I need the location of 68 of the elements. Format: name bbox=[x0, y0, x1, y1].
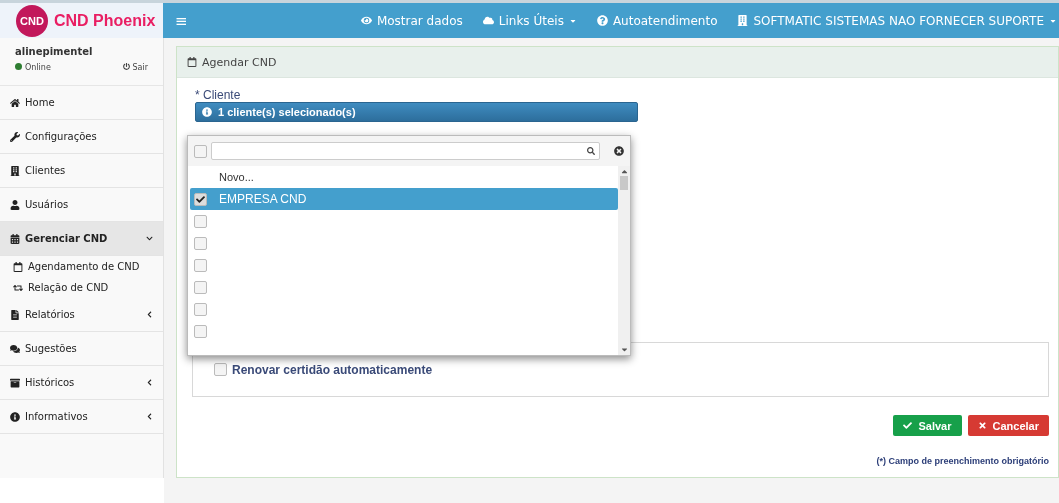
logo: CND bbox=[16, 4, 48, 37]
sidebar-item[interactable]: Sugestões bbox=[0, 332, 163, 366]
sidebar-label: Relatórios bbox=[25, 309, 76, 320]
sidebar-label: Históricos bbox=[25, 377, 76, 388]
sidebar-label: Sugestões bbox=[25, 343, 78, 354]
search-field[interactable] bbox=[211, 142, 600, 160]
scroll-thumb[interactable] bbox=[620, 176, 628, 190]
online-status: Online bbox=[15, 63, 51, 72]
sidebar-subitem[interactable]: Relação de CND bbox=[0, 277, 163, 298]
option-label: EMPRESA CND bbox=[219, 192, 307, 206]
eye-icon bbox=[360, 15, 372, 26]
close-icon[interactable] bbox=[614, 146, 624, 156]
building-icon bbox=[737, 15, 749, 26]
arrows-icon bbox=[13, 282, 23, 293]
document-icon bbox=[10, 309, 20, 320]
sidebar-item[interactable]: Configurações bbox=[0, 120, 163, 154]
option-checkbox[interactable] bbox=[194, 280, 207, 294]
option-checkbox[interactable] bbox=[194, 324, 207, 338]
sidebar-subitem[interactable]: Agendamento de CND bbox=[0, 256, 163, 277]
cloud-icon bbox=[482, 15, 494, 26]
sidebar-item[interactable]: Gerenciar CND bbox=[0, 222, 163, 256]
field-label: * Cliente bbox=[195, 88, 242, 102]
check-icon bbox=[903, 421, 913, 430]
wrench-icon bbox=[10, 131, 20, 142]
info-icon bbox=[202, 107, 212, 117]
user-icon bbox=[10, 199, 20, 210]
logout-link[interactable]: Sair bbox=[122, 63, 148, 72]
new-option[interactable]: Novo... bbox=[190, 166, 618, 188]
chat-icon bbox=[10, 343, 20, 354]
sidebar-item[interactable]: Clientes bbox=[0, 154, 163, 188]
panel-title: Agendar CND bbox=[202, 55, 277, 69]
sidebar-label: Gerenciar CND bbox=[25, 233, 109, 244]
client-select[interactable]: 1 cliente(s) selecionado(s) bbox=[195, 102, 638, 122]
sidebar-item[interactable]: Home bbox=[0, 86, 163, 120]
sidebar-label: Home bbox=[25, 97, 56, 108]
close-icon bbox=[977, 421, 987, 430]
building-icon bbox=[10, 165, 20, 176]
sidebar-item[interactable]: Informativos bbox=[0, 400, 163, 434]
calendar-icon bbox=[10, 233, 20, 244]
search-icon bbox=[587, 147, 595, 155]
option-checkbox[interactable] bbox=[194, 214, 207, 228]
brand-name: CND Phoenix bbox=[54, 11, 156, 30]
scroll-up-icon[interactable] bbox=[619, 167, 629, 176]
sidebar-label: Clientes bbox=[25, 165, 67, 176]
scrollbar[interactable] bbox=[618, 166, 630, 355]
user-name: alinepimentel bbox=[15, 46, 94, 57]
option-checkbox[interactable] bbox=[194, 302, 207, 316]
sidebar-label: Usuários bbox=[25, 199, 70, 210]
sidebar-label: Informativos bbox=[25, 411, 89, 422]
option-label: Novo... bbox=[219, 171, 254, 183]
sidebar-item[interactable]: Relatórios bbox=[0, 298, 163, 332]
option-checkbox[interactable] bbox=[194, 258, 207, 272]
scroll-down-icon[interactable] bbox=[619, 345, 629, 354]
info-icon bbox=[10, 411, 20, 422]
select-all-checkbox[interactable] bbox=[194, 144, 207, 158]
sidebar-label: Configurações bbox=[25, 131, 98, 142]
renew-checkbox[interactable]: Renovar certidão automaticamente bbox=[214, 362, 433, 377]
option-checkbox[interactable] bbox=[194, 236, 207, 250]
required-note: (*) Campo de preenchimento obrigatório bbox=[876, 456, 1049, 466]
home-icon bbox=[10, 97, 20, 108]
calendar-icon bbox=[13, 261, 23, 272]
cancel-button[interactable]: Cancelar bbox=[967, 415, 1049, 436]
power-icon bbox=[122, 63, 130, 70]
help-icon bbox=[596, 15, 608, 26]
sidebar-item[interactable]: Históricos bbox=[0, 366, 163, 400]
calendar-icon bbox=[187, 57, 197, 67]
option-checkbox[interactable] bbox=[194, 192, 207, 206]
archive-icon bbox=[10, 377, 20, 388]
